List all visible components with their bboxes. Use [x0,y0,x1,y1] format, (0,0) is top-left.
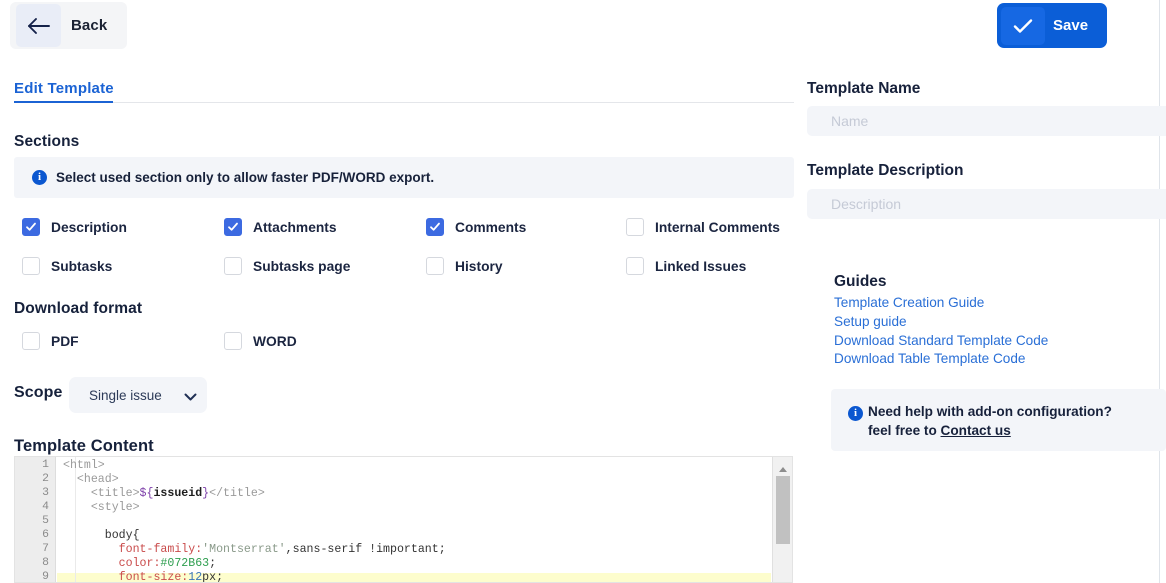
contact-us-link[interactable]: Contact us [941,423,1011,438]
tab-active-underline [14,101,113,103]
checkbox-label: PDF [51,333,79,349]
checkbox-description[interactable]: Description [22,218,127,236]
checkbox-internal-comments[interactable]: Internal Comments [626,218,780,236]
line-number: 6 [42,529,49,541]
checkbox-pdf[interactable]: PDF [22,332,79,350]
checkbox-label: History [455,258,503,274]
code-line-7: font-family:'Montserrat',sans-serif !imp… [63,543,446,556]
code-line-6: body{ [63,529,140,542]
info-circle-icon: i [32,170,47,185]
line-number: 3 [42,487,49,499]
editor-code-area[interactable]: <html> <head> <title>${issueid}</title> … [57,457,771,583]
code-line-9: font-size:12px; [63,571,224,583]
checkbox-box [22,257,40,275]
checkbox-label: Subtasks [51,258,113,274]
checkbox-label: Comments [455,219,527,235]
line-number: 2 [42,473,49,485]
template-content-editor[interactable]: 1 2 3 4 5 6 7 8 9 <html> <head> <title>$… [14,456,793,583]
help-card-text: Need help with add-on configuration? fee… [868,402,1153,440]
checkbox-label: Attachments [253,219,337,235]
help-card-line1: Need help with add-on configuration? [868,404,1112,419]
scope-label: Scope [14,384,63,401]
checkbox-comments[interactable]: Comments [426,218,526,236]
line-number: 9 [42,571,49,583]
right-panel: Template Name Template Description Guide… [795,0,1166,583]
code-line-4: <style> [63,501,140,514]
checkbox-label: Subtasks page [253,258,351,274]
checkbox-subtasks[interactable]: Subtasks [22,257,112,275]
checkbox-box [626,218,644,236]
checkbox-label: Internal Comments [655,219,780,235]
code-line-3: <title>${issueid}</title> [63,487,265,500]
guide-link-setup[interactable]: Setup guide [834,314,907,329]
sections-heading: Sections [14,133,80,150]
checkbox-linked-issues[interactable]: Linked Issues [626,257,746,275]
checkbox-box [224,218,242,236]
template-description-label: Template Description [807,162,964,179]
guide-link-download-table-template-code[interactable]: Download Table Template Code [834,351,1025,366]
checkbox-box [224,257,242,275]
checkbox-subtasks-page[interactable]: Subtasks page [224,257,350,275]
checkbox-label: Description [51,219,127,235]
sections-info-banner: i Select used section only to allow fast… [14,157,794,198]
help-card: i Need help with add-on configuration? f… [831,389,1166,451]
guide-link-template-creation[interactable]: Template Creation Guide [834,295,984,310]
scrollbar-thumb[interactable] [776,476,790,544]
checkbox-box [426,257,444,275]
checkbox-box [626,257,644,275]
code-line-8: color:#072B63; [63,557,217,570]
download-format-heading: Download format [14,300,143,317]
left-panel: Edit Template Sections i Select used sec… [0,0,795,583]
line-number: 1 [42,459,49,471]
checkbox-box [224,332,242,350]
template-name-input[interactable] [807,106,1166,136]
checkbox-history[interactable]: History [426,257,503,275]
editor-vertical-scrollbar[interactable] [772,457,792,582]
code-line-1: <html> [63,459,105,472]
line-number: 7 [42,543,49,555]
checkbox-label: WORD [253,333,297,349]
template-name-label: Template Name [807,80,921,97]
template-content-heading: Template Content [14,437,154,455]
checkbox-box [22,218,40,236]
tab-edit-template[interactable]: Edit Template [14,80,114,100]
tab-bar-rule [113,102,794,103]
guide-link-download-standard-template-code[interactable]: Download Standard Template Code [834,333,1048,348]
help-card-line2-prefix: feel free to [868,423,941,438]
guides-title: Guides [834,273,887,290]
code-line-2: <head> [63,473,119,486]
info-circle-icon: i [848,406,863,421]
line-number: 4 [42,501,49,513]
template-description-input[interactable] [807,189,1166,219]
scope-select[interactable]: Single issue [69,377,207,413]
checkbox-label: Linked Issues [655,258,747,274]
sections-info-text: Select used section only to allow faster… [56,170,435,185]
editor-gutter: 1 2 3 4 5 6 7 8 9 [15,457,56,583]
line-number: 8 [42,557,49,569]
checkbox-box [22,332,40,350]
checkbox-box [426,218,444,236]
checkbox-word[interactable]: WORD [224,332,297,350]
tab-bar: Edit Template [14,80,794,103]
checkbox-attachments[interactable]: Attachments [224,218,337,236]
edit-template-page: Back Save Edit Template Sections i Selec… [0,0,1166,583]
line-number: 5 [42,515,49,527]
